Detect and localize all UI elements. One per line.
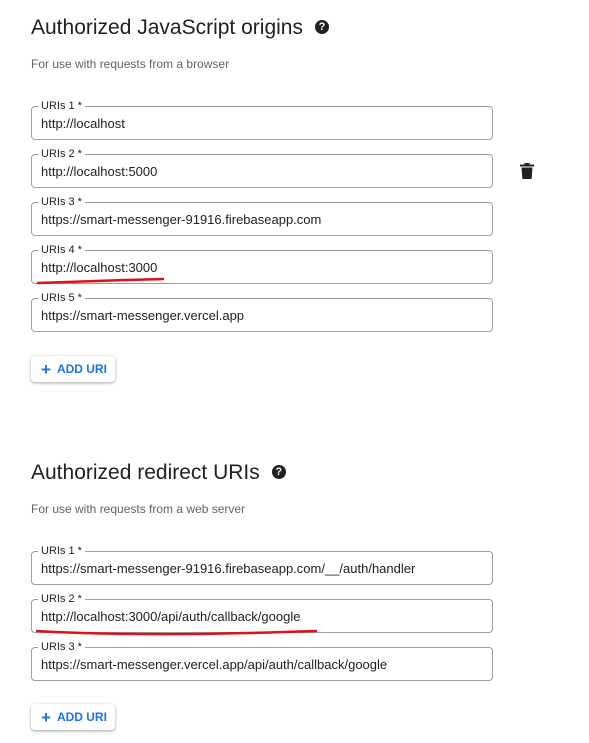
annotation-underline-redirect: [35, 629, 318, 636]
